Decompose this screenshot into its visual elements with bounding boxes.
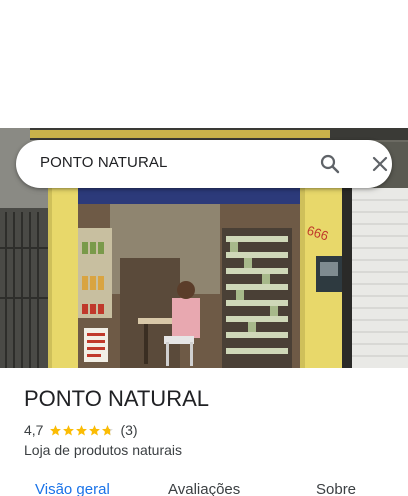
place-tabs: Visão geral Avaliações Sobre [0,480,408,496]
place-title: PONTO NATURAL [24,386,209,411]
rating-value: 4,7 [24,422,44,438]
tab-overview[interactable]: Visão geral [35,481,110,496]
close-icon[interactable] [368,152,392,176]
tab-about[interactable]: Sobre [316,481,356,496]
rating-stars [49,424,114,437]
search-icon[interactable] [318,152,342,176]
search-bar[interactable]: PONTO NATURAL [16,140,392,188]
star-half-icon [102,424,114,435]
place-category: Loja de produtos naturais [24,442,182,458]
place-info-panel: PONTO NATURAL 4,7 (3) Loja de produtos n… [0,368,408,496]
map-top-blank-area [0,0,408,128]
star-icon [89,424,101,435]
star-icon [76,424,88,435]
tab-reviews[interactable]: Avaliações [168,481,240,496]
rating-row[interactable]: 4,7 (3) [24,421,138,439]
star-icon [50,424,62,435]
search-input[interactable]: PONTO NATURAL [40,154,167,171]
star-icon [63,424,75,435]
review-count[interactable]: (3) [120,422,137,438]
